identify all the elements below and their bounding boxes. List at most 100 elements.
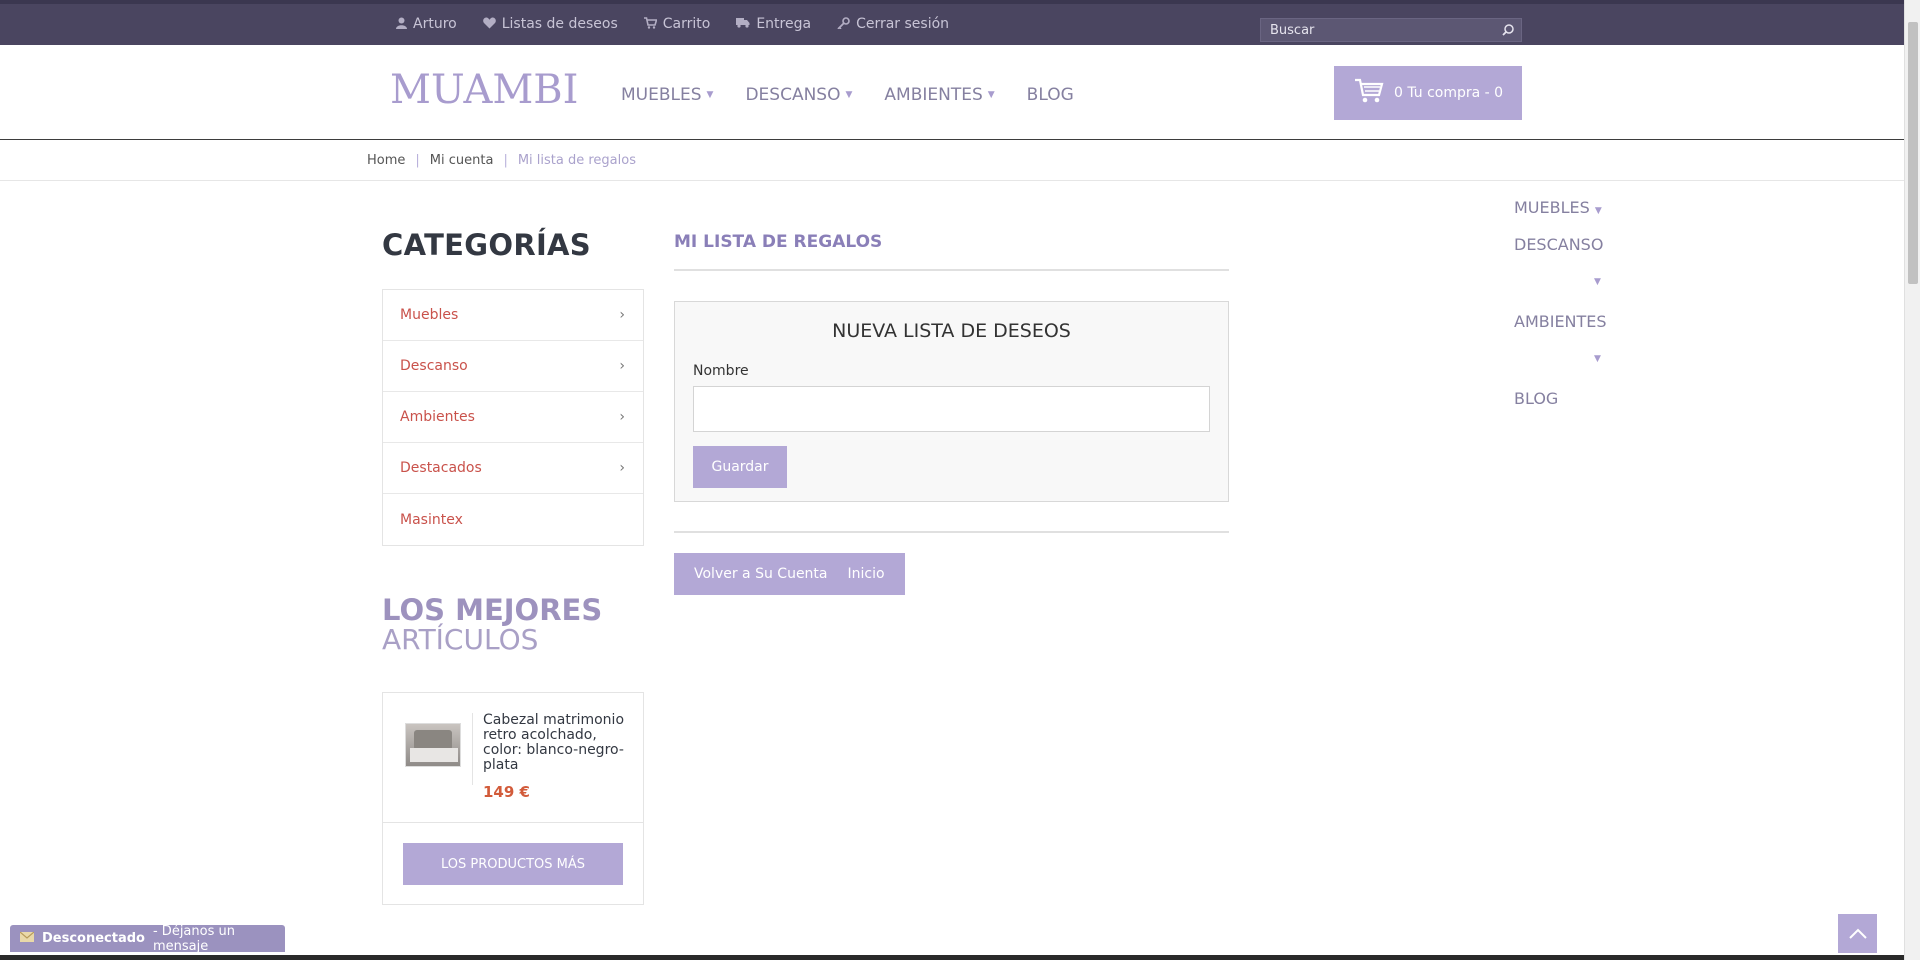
chevron-up-icon — [1848, 924, 1868, 943]
right-nav-label: MUEBLES — [1514, 198, 1590, 217]
taskbar-strip — [0, 955, 1904, 960]
category-list: Muebles › Descanso › Ambientes › Destacados… — [382, 289, 644, 546]
categories-title: CATEGORÍAS — [382, 228, 591, 262]
nav-item-blog[interactable]: BLOG — [1027, 85, 1074, 105]
more-products-button[interactable]: LOS PRODUCTOS MÁS — [403, 843, 623, 885]
product-name[interactable]: Cabezal matrimonio retro acolchado, colo… — [483, 713, 633, 773]
name-label: Nombre — [693, 363, 749, 379]
page-scrollbar[interactable] — [1904, 0, 1920, 960]
category-item-muebles[interactable]: Muebles › — [383, 290, 643, 341]
divider — [472, 713, 473, 785]
account-link-label: Arturo — [413, 16, 457, 32]
caret-down-icon: ▼ — [706, 90, 714, 100]
right-nav-blog[interactable]: BLOG — [1514, 389, 1558, 408]
caret-down-icon: ▼ — [987, 90, 995, 100]
chevron-right-icon: › — [619, 460, 625, 476]
cart-link[interactable]: Carrito — [643, 16, 711, 32]
page-title: MI LISTA DE REGALOS — [674, 232, 883, 252]
caret-down-icon[interactable]: ▼ — [1594, 277, 1601, 287]
key-icon — [837, 16, 850, 32]
right-nav-ambientes[interactable]: AMBIENTES — [1514, 312, 1607, 331]
right-nav-muebles[interactable]: MUEBLES ▼ — [1514, 198, 1602, 217]
breadcrumb: Home | Mi cuenta | Mi lista de regalos — [367, 153, 636, 168]
back-to-account-button[interactable]: Volver a Su Cuenta — [674, 553, 848, 595]
nav-item-descanso[interactable]: DESCANSO ▼ — [745, 85, 852, 105]
nav-label: MUEBLES — [621, 85, 702, 105]
category-label: Descanso — [400, 358, 468, 374]
cart-summary-label: 0 Tu compra - 0 — [1394, 85, 1504, 101]
account-links: Arturo Listas de deseos Carrito Entrega … — [396, 16, 949, 32]
headboard-shape — [414, 730, 452, 750]
nav-item-ambientes[interactable]: AMBIENTES ▼ — [884, 85, 994, 105]
logout-link-label: Cerrar sesión — [856, 16, 950, 32]
right-nav-label: DESCANSO — [1514, 235, 1604, 254]
wishlist-name-input[interactable] — [693, 386, 1210, 432]
cart-icon — [643, 16, 658, 32]
chat-widget[interactable]: Desconectado - Déjanos un mensaje — [10, 923, 285, 954]
shopping-cart-icon — [1354, 78, 1384, 108]
divider — [674, 269, 1229, 271]
category-item-masintex[interactable]: Masintex — [383, 494, 643, 545]
chevron-right-icon: › — [619, 307, 625, 323]
heart-icon — [482, 16, 496, 32]
category-label: Destacados — [400, 460, 482, 476]
breadcrumb-separator: | — [415, 153, 420, 168]
delivery-link[interactable]: Entrega — [736, 16, 811, 32]
back-to-top-button[interactable] — [1838, 914, 1877, 953]
scrollbar-thumb[interactable] — [1908, 22, 1918, 284]
category-label: Masintex — [400, 511, 463, 528]
home-button[interactable]: Inicio — [848, 553, 905, 595]
caret-down-icon: ▼ — [845, 90, 853, 100]
nav-label: AMBIENTES — [884, 85, 983, 105]
category-item-descanso[interactable]: Descanso › — [383, 341, 643, 392]
breadcrumb-account[interactable]: Mi cuenta — [430, 153, 494, 168]
wishlists-link-label: Listas de deseos — [501, 16, 618, 32]
caret-down-icon: ▼ — [1594, 206, 1602, 216]
cart-summary-button[interactable]: 0 Tu compra - 0 — [1334, 66, 1522, 120]
bed-shape — [410, 748, 458, 762]
breadcrumb-current: Mi lista de regalos — [517, 153, 636, 168]
category-item-ambientes[interactable]: Ambientes › — [383, 392, 643, 443]
best-products-title: LOS MEJORES — [382, 593, 603, 627]
nav-label: BLOG — [1026, 85, 1074, 105]
save-button[interactable]: Guardar — [693, 446, 787, 488]
chat-status: Desconectado — [42, 931, 145, 946]
nav-item-muebles[interactable]: MUEBLES ▼ — [621, 85, 713, 105]
wishlists-link[interactable]: Listas de deseos — [482, 16, 618, 32]
category-label: Muebles — [400, 307, 459, 323]
delivery-link-label: Entrega — [756, 16, 812, 32]
divider — [383, 822, 643, 823]
product-thumbnail[interactable] — [405, 723, 461, 767]
category-item-destacados[interactable]: Destacados › — [383, 443, 643, 494]
right-nav-label: AMBIENTES — [1514, 312, 1607, 331]
account-link[interactable]: Arturo — [396, 16, 457, 32]
nav-label: DESCANSO — [745, 85, 841, 105]
best-product-card: Cabezal matrimonio retro acolchado, colo… — [382, 692, 644, 905]
search-icon[interactable] — [1501, 22, 1515, 36]
user-icon — [396, 17, 407, 32]
new-wishlist-form: NUEVA LISTA DE DESEOS Nombre Guardar — [674, 301, 1229, 502]
site-logo[interactable]: MUAMBI — [390, 67, 578, 113]
form-title: NUEVA LISTA DE DESEOS — [832, 320, 1071, 342]
search-input[interactable] — [1261, 19, 1493, 41]
caret-down-icon[interactable]: ▼ — [1594, 354, 1601, 364]
site-header: MUAMBI MUEBLES ▼ DESCANSO ▼ AMBIENTES ▼ BLO… — [0, 45, 1904, 140]
divider — [674, 531, 1229, 533]
product-price: 149 € — [483, 783, 530, 801]
chevron-right-icon: › — [619, 358, 625, 374]
right-nav-descanso[interactable]: DESCANSO — [1514, 235, 1603, 254]
search-box — [1260, 18, 1522, 42]
right-nav-label: BLOG — [1514, 389, 1559, 408]
envelope-icon — [19, 931, 35, 946]
top-bar: Arturo Listas de deseos Carrito Entrega … — [0, 0, 1904, 45]
chat-message: - Déjanos un mensaje — [152, 923, 235, 954]
footer-buttons: Volver a Su Cuenta Inicio — [674, 553, 905, 595]
breadcrumb-home[interactable]: Home — [367, 153, 405, 168]
breadcrumb-separator: | — [503, 153, 508, 168]
chevron-right-icon: › — [619, 409, 625, 425]
cart-link-label: Carrito — [662, 16, 711, 32]
main-nav: MUEBLES ▼ DESCANSO ▼ AMBIENTES ▼ BLOG — [621, 85, 1074, 105]
logout-link[interactable]: Cerrar sesión — [837, 16, 949, 32]
breadcrumb-bar: Home | Mi cuenta | Mi lista de regalos — [0, 141, 1904, 181]
best-products-subtitle: ARTÍCULOS — [382, 623, 539, 656]
